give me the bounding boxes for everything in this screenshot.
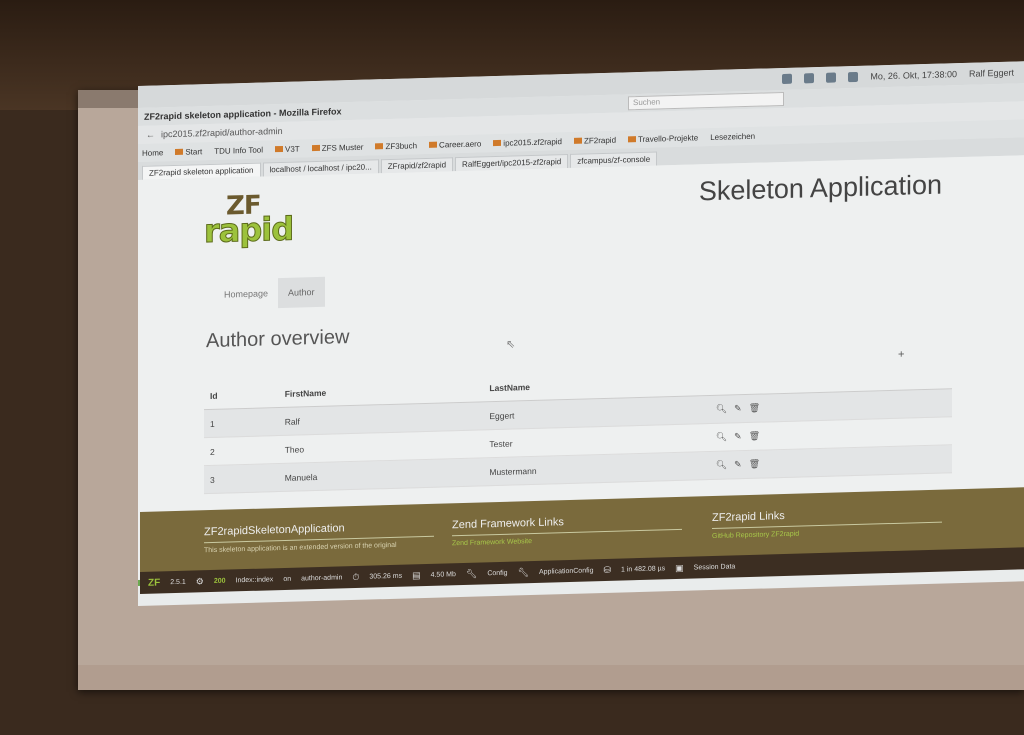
show-icon[interactable]: 🔍︎ — [716, 404, 727, 414]
column-id[interactable]: Id — [204, 381, 279, 410]
gear-icon: ⚙ — [195, 575, 204, 586]
zf-version[interactable]: 2.5.1 — [170, 578, 186, 585]
dropbox-icon[interactable] — [804, 73, 815, 84]
cell-id: 2 — [204, 435, 279, 466]
nav-author[interactable]: Author — [278, 276, 325, 309]
zf-rapid-logo[interactable]: ZF rapid — [204, 187, 314, 251]
delete-icon[interactable]: 🗑︎ — [749, 459, 760, 469]
bookmark-item[interactable]: ipc2015.zf2rapid — [493, 137, 562, 148]
route-name[interactable]: Index::index — [236, 576, 274, 584]
bookmark-item[interactable]: Home — [142, 148, 163, 158]
server-icon: ▣ — [675, 562, 684, 573]
folder-icon — [429, 141, 438, 148]
url-input[interactable]: ipc2015.zf2rapid/author-admin — [161, 126, 283, 139]
edit-icon[interactable]: ✎ — [734, 459, 742, 469]
author-table: Id FirstName LastName 1 Ralf Eggert 🔍︎ ✎ 🗑… — [204, 362, 952, 494]
bookmark-item[interactable]: ZF2rapid — [574, 135, 616, 145]
folder-icon — [311, 144, 320, 151]
database-icon: ⛁ — [603, 564, 612, 575]
bookmark-item[interactable]: Travello-Projekte — [628, 133, 698, 144]
show-icon[interactable]: 🔍︎ — [716, 460, 727, 470]
zf-logo-icon[interactable]: ZF — [148, 577, 160, 588]
chrome-icon[interactable] — [782, 73, 793, 85]
footer-col-text: This skeleton application is an extended… — [204, 541, 397, 555]
show-icon[interactable]: 🔍︎ — [716, 432, 727, 442]
request-time[interactable]: 305.26 ms — [369, 572, 402, 580]
footer-link[interactable]: GitHub Repository ZF2rapid — [712, 527, 942, 540]
add-author-icon[interactable]: + — [898, 349, 904, 361]
folder-icon — [275, 145, 284, 152]
footer-col-app: ZF2rapidSkeletonApplication This skeleto… — [204, 519, 434, 555]
back-arrow-icon[interactable]: ← — [146, 130, 155, 140]
status-code[interactable]: 200 — [214, 577, 226, 584]
edit-icon[interactable]: ✎ — [734, 403, 742, 413]
config-item[interactable]: Config — [487, 569, 507, 577]
cell-firstname: Manuela — [278, 457, 484, 492]
edit-icon[interactable]: ✎ — [734, 431, 742, 441]
folder-icon — [628, 135, 637, 142]
stopwatch-icon: ⏱ — [352, 571, 360, 582]
folder-icon — [175, 148, 184, 155]
cell-lastname: Mustermann — [483, 451, 710, 486]
bookmark-item[interactable]: Career.aero — [429, 139, 481, 149]
route-target[interactable]: author-admin — [301, 574, 342, 582]
bookmark-item[interactable]: TDU Info Tool — [214, 145, 263, 155]
footer-col-title: ZF2rapidSkeletonApplication — [204, 519, 434, 544]
memory-icon: ▤ — [412, 569, 421, 580]
session-data[interactable]: Session Data — [694, 563, 736, 571]
cell-id: 1 — [204, 407, 279, 438]
search-input[interactable]: Suchen — [628, 91, 784, 111]
row-actions: 🔍︎ ✎ 🗑︎ — [709, 444, 952, 480]
route-on: on — [283, 575, 292, 583]
delete-icon[interactable]: 🗑︎ — [749, 431, 760, 441]
wrench-icon: 🔧︎ — [517, 566, 529, 577]
app-title: Skeleton Application — [698, 169, 942, 207]
nav-homepage[interactable]: Homepage — [214, 278, 278, 310]
folder-icon — [493, 139, 502, 146]
mouse-cursor-icon: ⇖ — [506, 338, 516, 351]
folder-icon — [375, 142, 384, 149]
bookmark-item[interactable]: Start — [175, 147, 202, 157]
bookmark-item[interactable]: ZF3buch — [375, 141, 417, 151]
footer-col-title: Zend Framework Links — [452, 512, 682, 537]
os-user[interactable]: Ralf Eggert — [969, 68, 1014, 79]
volume-icon[interactable] — [848, 71, 859, 83]
screen-bottom-edge — [78, 665, 1024, 690]
cell-id: 3 — [204, 463, 279, 494]
app-config-item[interactable]: ApplicationConfig — [539, 567, 593, 576]
delete-icon[interactable]: 🗑︎ — [749, 403, 760, 413]
main-nav: Homepage Author — [214, 276, 325, 310]
wifi-icon[interactable] — [826, 72, 837, 83]
os-clock[interactable]: Mo, 26. Okt, 17:38:00 — [870, 69, 957, 81]
page-heading: Author overview — [206, 326, 350, 353]
bookmark-item[interactable]: Lesezeichen — [710, 131, 755, 141]
footer-col-zf2rapid: ZF2rapid Links GitHub Repository ZF2rapi… — [712, 505, 942, 540]
folder-icon — [574, 137, 583, 144]
memory-usage[interactable]: 4.50 Mb — [431, 571, 456, 579]
window-title: ZF2rapid skeleton application - Mozilla … — [144, 106, 342, 122]
bookmark-item[interactable]: ZFS Muster — [311, 142, 363, 152]
db-queries[interactable]: 1 in 482.08 µs — [621, 565, 665, 573]
footer-col-title: ZF2rapid Links — [712, 505, 942, 530]
footer-link[interactable]: Zend Framework Website — [452, 534, 682, 547]
footer-col-zf: Zend Framework Links Zend Framework Webs… — [452, 512, 682, 547]
wrench-icon: 🔧︎ — [465, 568, 478, 579]
bookmark-item[interactable]: V3T — [275, 144, 300, 154]
